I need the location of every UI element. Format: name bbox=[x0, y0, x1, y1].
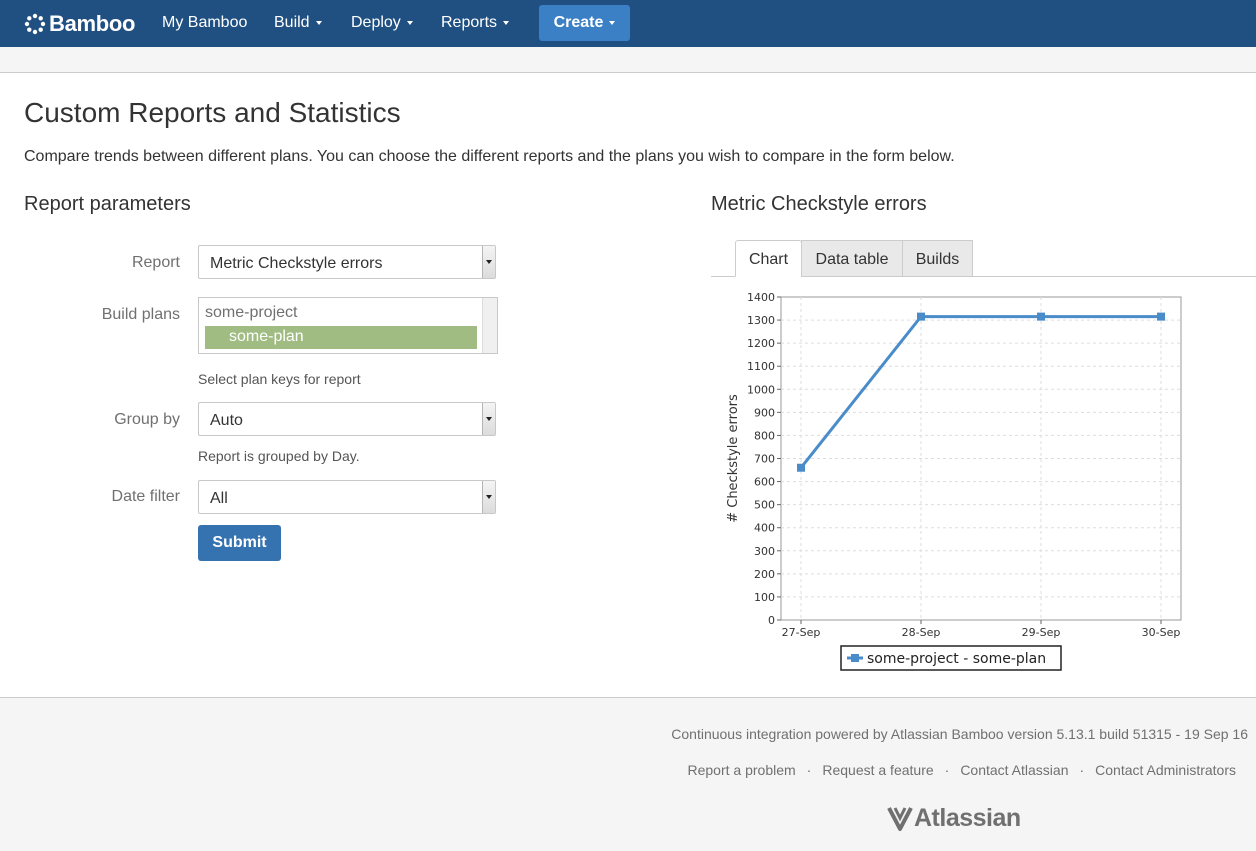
atlassian-logo-icon bbox=[887, 806, 913, 831]
footer-separator: · bbox=[806, 762, 812, 778]
date-filter-select-value: All bbox=[210, 490, 228, 507]
footer-separator: · bbox=[944, 762, 950, 778]
contact-atlassian-link[interactable]: Contact Atlassian bbox=[960, 762, 1068, 778]
group-by-select[interactable]: Auto bbox=[198, 402, 496, 436]
group-by-hint: Report is grouped by Day. bbox=[198, 448, 360, 464]
y-tick-label: 700 bbox=[754, 453, 775, 466]
caret-down-icon bbox=[406, 20, 413, 25]
tab-data-table[interactable]: Data table bbox=[801, 240, 903, 277]
y-tick-label: 1200 bbox=[747, 337, 775, 350]
nav-deploy-menu[interactable]: Deploy bbox=[351, 0, 413, 47]
date-filter-select[interactable]: All bbox=[198, 480, 496, 514]
brand-name: Bamboo bbox=[49, 11, 136, 36]
group-by-label: Group by bbox=[114, 411, 180, 428]
y-tick-label: 0 bbox=[768, 614, 775, 627]
caret-down-icon bbox=[503, 20, 510, 25]
build-plans-hint: Select plan keys for report bbox=[198, 371, 361, 387]
report-panel-heading: Metric Checkstyle errors bbox=[711, 193, 927, 215]
legend-label: some-project - some-plan bbox=[867, 651, 1046, 667]
select-arrow-icon bbox=[482, 481, 495, 513]
nav-build-menu[interactable]: Build bbox=[274, 0, 322, 47]
y-tick-label: 1400 bbox=[747, 291, 775, 304]
nav-my-bamboo[interactable]: My Bamboo bbox=[162, 0, 247, 47]
checkstyle-errors-chart: 0 100 200 300 400 500 600 700 800 900 1000 1100 1200… bbox=[726, 291, 1182, 671]
data-point bbox=[917, 312, 925, 321]
caret-down-icon bbox=[609, 20, 616, 25]
build-plans-option-selected[interactable]: some-plan bbox=[205, 326, 477, 349]
page-description: Compare trends between different plans. … bbox=[24, 148, 955, 165]
nav-my-bamboo-label: My Bamboo bbox=[162, 14, 248, 31]
atlassian-logo[interactable]: Atlassian bbox=[886, 804, 1021, 833]
build-plans-group: some-project bbox=[205, 304, 298, 321]
y-tick-label: 1100 bbox=[747, 360, 775, 373]
data-point bbox=[1037, 312, 1045, 321]
y-tick-label: 600 bbox=[754, 476, 775, 489]
caret-down-icon bbox=[315, 20, 322, 25]
y-tick-label: 100 bbox=[754, 591, 775, 604]
report-problem-link[interactable]: Report a problem bbox=[688, 762, 796, 778]
y-tick-label: 200 bbox=[754, 568, 775, 581]
y-tick-label: 1300 bbox=[747, 314, 775, 327]
footer-separator: · bbox=[1079, 762, 1085, 778]
footer-powered-by: Continuous integration powered by Atlass… bbox=[671, 726, 1248, 742]
y-tick-label: 900 bbox=[754, 406, 775, 419]
x-tick-label: 30-Sep bbox=[1142, 626, 1181, 639]
sub-header-bar bbox=[0, 47, 1256, 73]
y-tick-label: 800 bbox=[754, 429, 775, 442]
y-tick-label: 1000 bbox=[747, 383, 775, 396]
create-button[interactable]: Create bbox=[539, 5, 630, 41]
data-point bbox=[797, 463, 805, 472]
bamboo-logo-icon bbox=[24, 13, 46, 35]
nav-reports-menu[interactable]: Reports bbox=[441, 0, 510, 47]
y-tick-label: 400 bbox=[754, 522, 775, 535]
create-button-label: Create bbox=[553, 14, 604, 31]
tab-builds[interactable]: Builds bbox=[902, 240, 973, 277]
x-tick-label: 27-Sep bbox=[782, 626, 821, 639]
nav-reports-label: Reports bbox=[441, 14, 498, 31]
date-filter-label: Date filter bbox=[111, 488, 180, 505]
build-plans-listbox[interactable]: some-project some-plan bbox=[198, 297, 498, 354]
atlassian-logo-text: Atlassian bbox=[914, 804, 1021, 832]
nav-deploy-label: Deploy bbox=[351, 14, 401, 31]
bamboo-logo[interactable]: Bamboo bbox=[24, 9, 136, 39]
request-feature-link[interactable]: Request a feature bbox=[822, 762, 933, 778]
x-tick-label: 29-Sep bbox=[1022, 626, 1061, 639]
submit-button[interactable]: Submit bbox=[198, 525, 281, 561]
data-point bbox=[1157, 312, 1165, 321]
build-plans-label: Build plans bbox=[101, 306, 180, 323]
select-arrow-icon bbox=[482, 246, 495, 278]
tab-chart[interactable]: Chart bbox=[735, 240, 802, 277]
report-select-value: Metric Checkstyle errors bbox=[210, 255, 383, 272]
listbox-scrollbar[interactable] bbox=[482, 298, 497, 353]
page-title: Custom Reports and Statistics bbox=[24, 97, 401, 128]
select-arrow-icon bbox=[482, 403, 495, 435]
nav-build-label: Build bbox=[274, 14, 310, 31]
footer-links: Report a problem · Request a feature · Conta… bbox=[688, 762, 1237, 778]
group-by-select-value: Auto bbox=[210, 412, 243, 429]
report-parameters-heading: Report parameters bbox=[24, 193, 191, 215]
y-tick-label: 500 bbox=[754, 499, 775, 512]
y-axis-label: # Checkstyle errors bbox=[726, 394, 741, 523]
report-label: Report bbox=[131, 254, 180, 271]
top-navigation-bar: Bamboo My Bamboo Build Deploy Reports Cr… bbox=[0, 0, 1256, 47]
page-footer: Continuous integration powered by Atlass… bbox=[0, 697, 1256, 851]
contact-administrators-link[interactable]: Contact Administrators bbox=[1095, 762, 1236, 778]
y-tick-label: 300 bbox=[754, 545, 775, 558]
legend-marker bbox=[851, 654, 859, 662]
report-select[interactable]: Metric Checkstyle errors bbox=[198, 245, 496, 279]
x-tick-label: 28-Sep bbox=[902, 626, 941, 639]
